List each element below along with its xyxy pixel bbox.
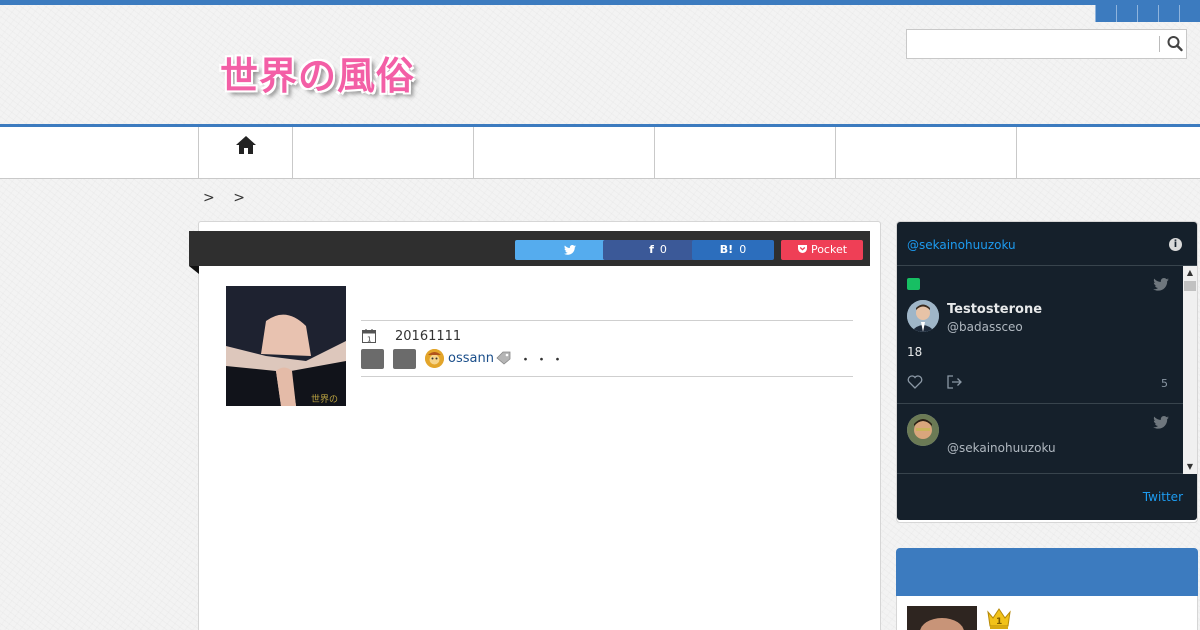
facebook-icon[interactable] bbox=[1116, 5, 1137, 22]
view-on-twitter-link[interactable]: Twitter bbox=[1143, 490, 1183, 504]
tweet-avatar[interactable] bbox=[907, 414, 939, 446]
home-icon bbox=[236, 136, 256, 154]
breadcrumb-separator: > bbox=[233, 190, 247, 206]
global-nav bbox=[0, 124, 1200, 179]
search-box bbox=[906, 29, 1187, 59]
heart-icon[interactable] bbox=[907, 375, 923, 389]
search-button[interactable] bbox=[1163, 30, 1187, 58]
twitter-bird-icon bbox=[1153, 416, 1169, 429]
nav-item[interactable] bbox=[292, 127, 474, 178]
twitter-timeline: @sekainohuuzoku i Testosterone @badassce… bbox=[897, 222, 1197, 520]
facebook-icon: f bbox=[649, 243, 654, 256]
share-bar: f0 B! 0 Pocket bbox=[189, 231, 870, 266]
nav-item[interactable] bbox=[473, 127, 655, 178]
tweet-text: 18 bbox=[907, 345, 923, 359]
share-icon[interactable] bbox=[947, 375, 963, 389]
tweet-avatar[interactable] bbox=[907, 300, 939, 332]
nav-item[interactable] bbox=[835, 127, 1017, 178]
top-social-icons bbox=[1095, 5, 1200, 22]
svg-text:世界の: 世界の bbox=[311, 393, 338, 405]
breadcrumb: > > bbox=[203, 190, 257, 206]
share-bar-fold bbox=[189, 266, 199, 274]
tweet-author-name[interactable]: Testosterone bbox=[947, 302, 1042, 317]
breadcrumb-separator: > bbox=[203, 190, 217, 206]
twitter-bird-icon bbox=[564, 245, 576, 255]
article-thumbnail[interactable]: 世界の bbox=[226, 286, 346, 406]
author-link[interactable]: ossann bbox=[448, 351, 494, 366]
tweet[interactable]: @sekainohuuzoku bbox=[897, 404, 1183, 474]
twitter-bird-icon bbox=[1153, 278, 1169, 291]
share-pocket-button[interactable]: Pocket bbox=[781, 240, 863, 260]
info-icon[interactable]: i bbox=[1169, 238, 1182, 251]
tweet-like-count: 5 bbox=[1161, 377, 1168, 390]
calendar-icon: 1 bbox=[362, 329, 376, 344]
feedly-icon[interactable] bbox=[1179, 5, 1200, 22]
category-tag[interactable] bbox=[361, 349, 384, 369]
tag-icon bbox=[496, 351, 511, 365]
search-divider bbox=[1159, 36, 1160, 52]
meta-divider-top bbox=[361, 320, 853, 321]
scroll-down-arrow[interactable]: ▼ bbox=[1183, 460, 1197, 474]
nav-home[interactable] bbox=[198, 127, 293, 178]
twitter-timeline-header: @sekainohuuzoku i bbox=[897, 222, 1197, 266]
tweet-author-handle[interactable]: @sekainohuuzoku bbox=[947, 441, 1056, 455]
svg-text:1: 1 bbox=[367, 336, 371, 344]
retweet-icon bbox=[907, 278, 920, 290]
rss-icon[interactable] bbox=[1137, 5, 1158, 22]
mail-icon[interactable] bbox=[1158, 5, 1179, 22]
twitter-handle-link[interactable]: @sekainohuuzoku bbox=[907, 238, 1016, 252]
post-date: 20161111 bbox=[395, 329, 462, 344]
pocket-icon bbox=[797, 245, 807, 253]
scroll-up-arrow[interactable]: ▲ bbox=[1183, 266, 1197, 280]
share-hatena-button[interactable]: B! 0 bbox=[692, 240, 774, 260]
meta-divider-bottom bbox=[361, 376, 853, 377]
hatena-icon: B! bbox=[719, 243, 734, 256]
share-pocket-label: Pocket bbox=[810, 243, 848, 256]
ranking-thumbnail[interactable] bbox=[907, 606, 977, 630]
article-card bbox=[198, 221, 881, 630]
share-facebook-count: 0 bbox=[659, 243, 667, 256]
more-tags: ・・・ bbox=[519, 353, 568, 368]
twitter-icon[interactable] bbox=[1095, 5, 1116, 22]
svg-text:1: 1 bbox=[996, 617, 1002, 627]
thumbnail-image: 世界の bbox=[226, 286, 346, 406]
tweet-author-handle[interactable]: @badassceo bbox=[947, 320, 1023, 334]
rank-1-crown-icon: 1 bbox=[987, 608, 1011, 629]
tweet[interactable]: Testosterone @badassceo 18 5 bbox=[897, 266, 1183, 404]
site-logo[interactable]: 世界の風俗 bbox=[220, 45, 415, 100]
nav-item[interactable] bbox=[1016, 127, 1200, 178]
ranking-widget-header bbox=[896, 548, 1198, 596]
top-accent-bar bbox=[0, 0, 1200, 5]
search-input[interactable] bbox=[907, 30, 1157, 58]
category-tag[interactable] bbox=[393, 349, 416, 369]
scroll-thumb[interactable] bbox=[1184, 281, 1196, 291]
share-hatena-count: 0 bbox=[739, 243, 747, 256]
search-icon bbox=[1167, 36, 1183, 52]
nav-item[interactable] bbox=[654, 127, 836, 178]
timeline-scrollbar[interactable]: ▲ ▼ bbox=[1183, 266, 1197, 474]
author-avatar[interactable] bbox=[425, 349, 444, 368]
